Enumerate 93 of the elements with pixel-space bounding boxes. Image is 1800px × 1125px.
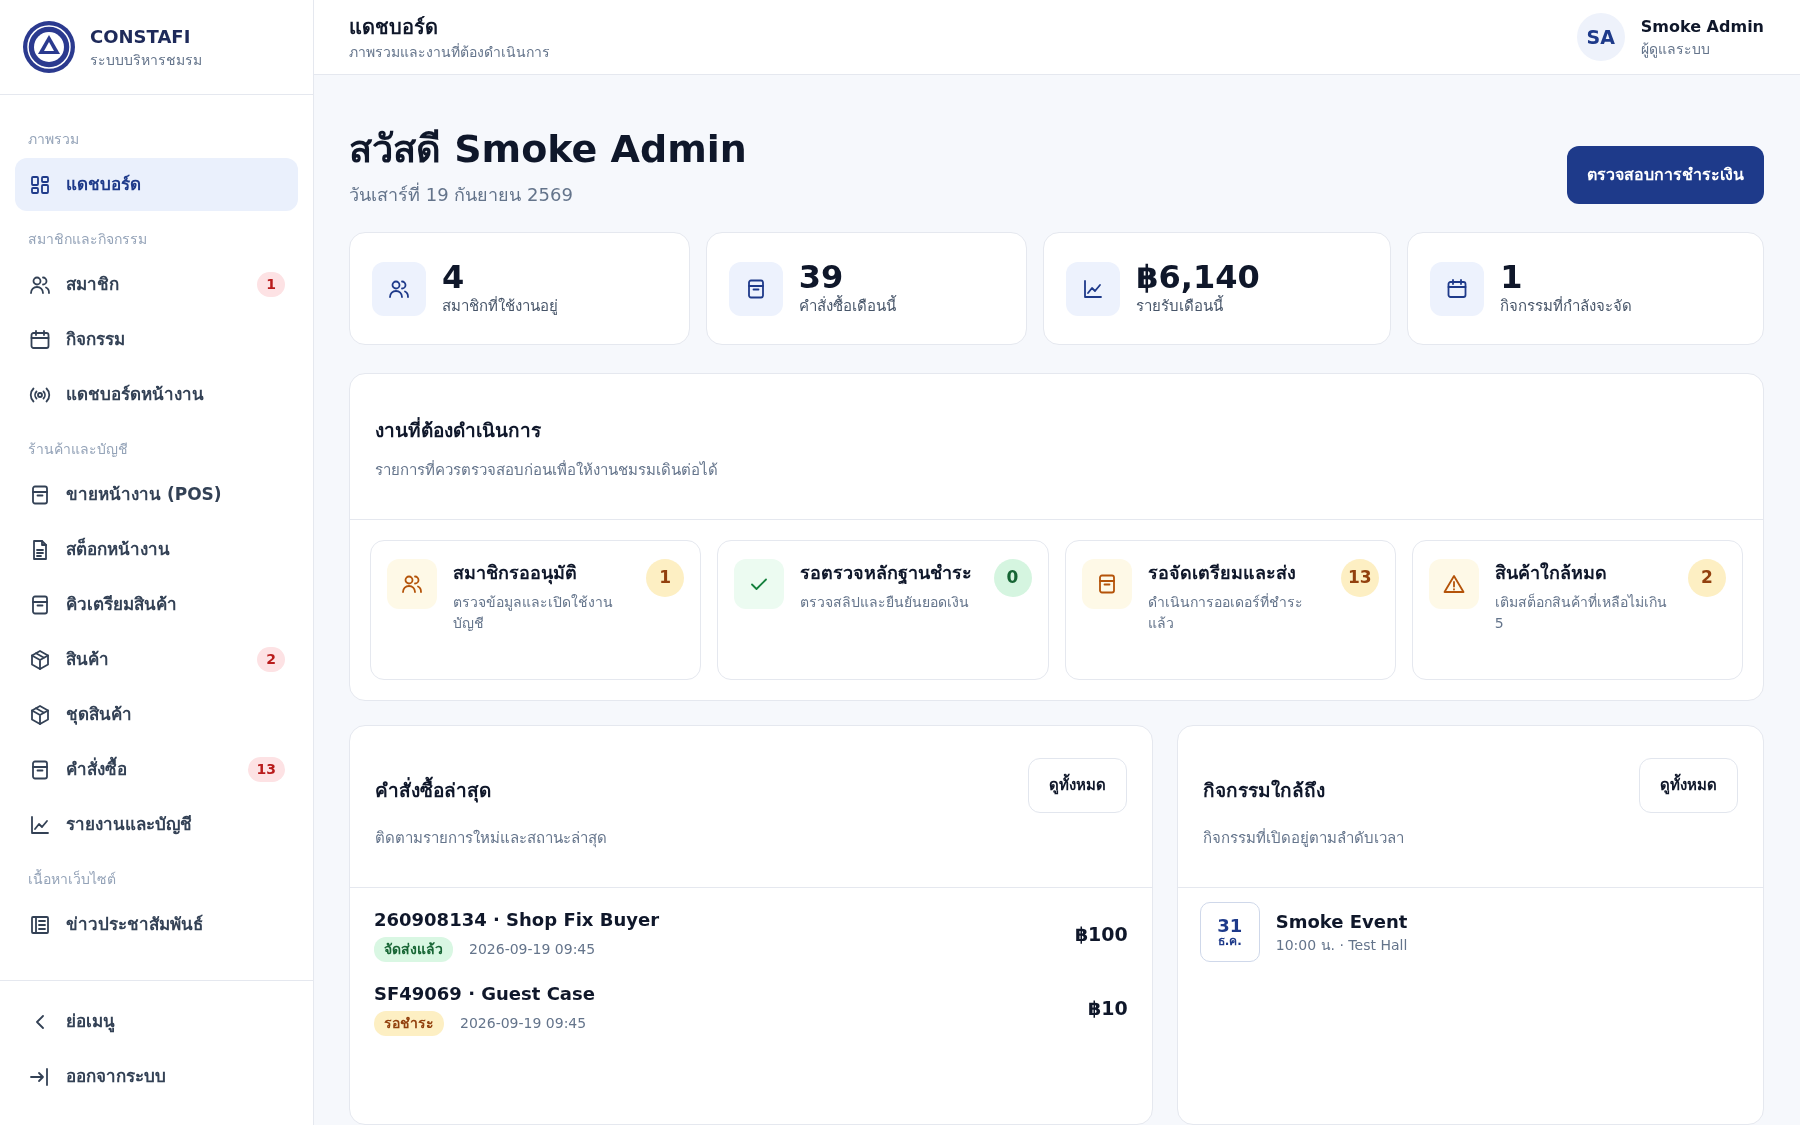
- task-card[interactable]: สินค้าใกล้หมด เติมสต็อกสินค้าที่เหลือไม่เกิน 5 2: [1411, 540, 1743, 680]
- sidebar-item[interactable]: ย่อเมนู: [15, 995, 298, 1048]
- sidebar-item[interactable]: แดชบอร์ด: [15, 158, 298, 211]
- brand-name: CONSTAFI: [90, 25, 192, 49]
- stat-value: 4: [442, 259, 466, 295]
- package-icon: [28, 647, 52, 672]
- sidebar-item[interactable]: ขายหน้างาน (POS): [15, 468, 298, 521]
- task-title: รอตรวจหลักฐานชำระ: [800, 561, 973, 586]
- warning-icon: [1441, 572, 1466, 596]
- order-title: 260908134 · Shop Fix Buyer: [374, 908, 660, 932]
- calendar-icon: [28, 327, 52, 352]
- sidebar-label: สต็อกหน้างาน: [66, 536, 170, 561]
- task-description: ตรวจข้อมูลและเปิดใช้งานบัญชี: [453, 593, 614, 633]
- avatar[interactable]: SA: [1576, 13, 1625, 62]
- order-title: SF49069 · Guest Case: [374, 982, 595, 1006]
- event-title: Smoke Event: [1275, 910, 1408, 934]
- sidebar-label: ชุดสินค้า: [66, 702, 132, 727]
- stat-value: ฿6,140: [1136, 259, 1260, 295]
- page-title: แดชบอร์ด: [349, 13, 439, 41]
- task-card[interactable]: สมาชิกรออนุมัติ ตรวจข้อมูลและเปิดใช้งานบัญชี 1: [370, 540, 702, 680]
- task-description: เติมสต็อกสินค้าที่เหลือไม่เกิน 5: [1494, 592, 1668, 633]
- sidebar-label: สินค้า: [66, 647, 109, 671]
- sidebar-label: ย่อเมนู: [66, 1009, 115, 1035]
- sidebar-item[interactable]: คำสั่งซื้อ 13: [15, 743, 298, 796]
- count-badge: 13: [1340, 559, 1379, 597]
- count-badge: 0: [993, 559, 1032, 597]
- sidebar-item[interactable]: สต็อกหน้างาน: [15, 523, 298, 576]
- sidebar-label: คำสั่งซื้อ: [66, 756, 127, 781]
- order-time: 2026-09-19 09:45: [460, 1014, 587, 1033]
- order-amount: ฿10: [1088, 995, 1128, 1021]
- count-badge: 2: [1688, 559, 1726, 597]
- sidebar-item[interactable]: ข่าวประชาสัมพันธ์: [15, 898, 298, 951]
- sidebar-label: ออกจากระบบ: [66, 1064, 166, 1088]
- status-tag: รอชำระ: [374, 1011, 444, 1036]
- task-description: ดำเนินการออเดอร์ที่ชำระแล้ว: [1147, 592, 1304, 633]
- sidebar-item[interactable]: รายงานและบัญชี: [15, 798, 298, 851]
- panel-subtitle: กิจกรรมที่เปิดอยู่ตามลำดับเวลา: [1202, 827, 1404, 849]
- view-all-button[interactable]: ดูทั้งหมด: [1639, 758, 1738, 813]
- task-description: ตรวจสลิปและยืนยันยอดเงิน: [800, 593, 971, 612]
- sidebar-label: แดชบอร์ด: [66, 172, 141, 196]
- order-time: 2026-09-19 09:45: [469, 940, 596, 959]
- sidebar-item[interactable]: สินค้า 2: [15, 633, 298, 686]
- sidebar-label: รายงานและบัญชี: [66, 812, 192, 837]
- check-payment-button[interactable]: ตรวจสอบการชำระเงิน: [1567, 146, 1764, 204]
- stat-label: กิจกรรมที่กำลังจะจัด: [1500, 295, 1633, 317]
- sidebar-label: ขายหน้างาน (POS): [66, 482, 222, 506]
- task-title: สมาชิกรออนุมัติ: [453, 561, 578, 586]
- package-icon: [28, 702, 52, 727]
- count-badge: 2: [257, 647, 285, 672]
- section-label: ร้านค้าและบัญชี: [27, 440, 129, 459]
- sidebar-item[interactable]: ชุดสินค้า: [15, 688, 298, 741]
- sidebar-item[interactable]: สมาชิก 1: [15, 258, 298, 311]
- sidebar-label: ข่าวประชาสัมพันธ์: [66, 912, 203, 936]
- section-label: ภาพรวม: [27, 130, 80, 149]
- view-all-button[interactable]: ดูทั้งหมด: [1027, 758, 1127, 813]
- count-badge: 1: [646, 559, 685, 597]
- task-card[interactable]: รอจัดเตรียมและส่ง ดำเนินการออเดอร์ที่ชำระแล้ว 13: [1064, 540, 1396, 680]
- user-role: ผู้ดูแลระบบ: [1640, 39, 1711, 60]
- date-text: วันเสาร์ที่ 19 กันยายน 2569: [349, 181, 574, 207]
- stat-label: คำสั่งซื้อเดือนนี้: [798, 294, 896, 317]
- brand-subtitle: ระบบบริหารชมรม: [90, 51, 202, 70]
- sidebar-item[interactable]: ออกจากระบบ: [15, 1050, 298, 1103]
- page-subtitle: ภาพรวมและงานที่ต้องดำเนินการ: [349, 42, 550, 62]
- sidebar-label: แดชบอร์ดหน้างาน: [66, 382, 204, 406]
- task-card[interactable]: รอตรวจหลักฐานชำระ ตรวจสลิปและยืนยันยอดเงิน 0: [717, 540, 1049, 680]
- panel-title: คำสั่งซื้อล่าสุด: [375, 776, 607, 805]
- sidebar-item[interactable]: แดชบอร์ดหน้างาน: [15, 368, 298, 421]
- task-title: สินค้าใกล้หมด: [1494, 561, 1608, 585]
- sidebar-item[interactable]: กิจกรรม: [15, 313, 298, 366]
- stat-label: สมาชิกที่ใช้งานอยู่: [442, 295, 558, 317]
- order-amount: ฿100: [1074, 921, 1128, 947]
- panel-subtitle: รายการที่ควรตรวจสอบก่อนเพื่อให้งานชมรมเดินต่อได้: [375, 459, 719, 481]
- stat-value: 39: [798, 259, 844, 295]
- logo-icon: [22, 20, 76, 74]
- date-tile: 31 ธ.ค.: [1199, 902, 1260, 962]
- sidebar-label: สมาชิก: [66, 272, 119, 296]
- sidebar-label: คิวเตรียมสินค้า: [66, 592, 177, 616]
- sidebar-item[interactable]: คิวเตรียมสินค้า: [15, 578, 298, 631]
- sidebar-label: กิจกรรม: [66, 327, 125, 351]
- event-detail: 10:00 น. · Test Hall: [1275, 936, 1408, 955]
- panel-title: งานที่ต้องดำเนินการ: [375, 416, 542, 443]
- greeting-title: สวัสดี Smoke Admin: [349, 127, 747, 173]
- count-badge: 1: [257, 272, 285, 297]
- task-title: รอจัดเตรียมและส่ง: [1147, 561, 1297, 585]
- section-label: สมาชิกและกิจกรรม: [27, 230, 148, 249]
- count-badge: 13: [247, 757, 285, 782]
- panel-subtitle: ติดตามรายการใหม่และสถานะล่าสุด: [375, 827, 607, 849]
- stat-label: รายรับเดือนนี้: [1136, 294, 1225, 317]
- stat-value: 1: [1500, 259, 1524, 295]
- status-tag: จัดส่งแล้ว: [374, 937, 453, 962]
- section-label: เนื้อหาเว็บไซต์: [27, 868, 117, 889]
- user-name: Smoke Admin: [1640, 15, 1764, 38]
- panel-title: กิจกรรมใกล้ถึง: [1202, 778, 1326, 803]
